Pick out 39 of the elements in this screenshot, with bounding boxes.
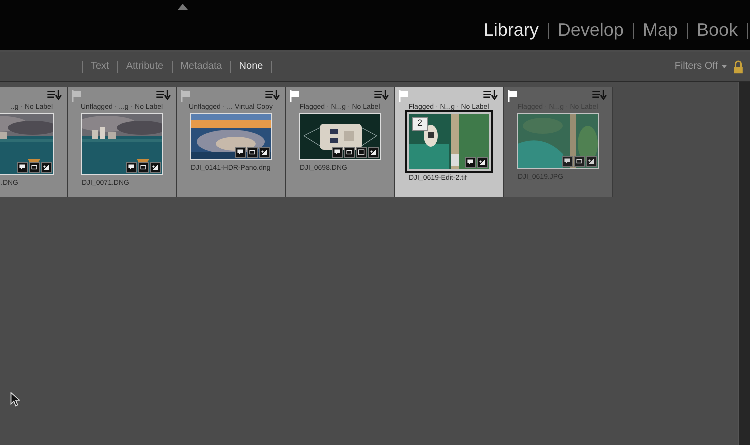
develop-icon (477, 157, 488, 168)
sort-menu-icon[interactable] (374, 90, 390, 101)
crop-icon (138, 162, 149, 173)
crop-icon (247, 147, 258, 158)
comment-icon (126, 162, 137, 173)
module-tab[interactable]: Book (688, 17, 747, 44)
comment-icon (465, 157, 476, 168)
module-tab[interactable]: Develop (548, 17, 633, 44)
module-tab[interactable]: Map (634, 17, 687, 44)
develop-icon (150, 162, 161, 173)
sort-menu-icon[interactable] (47, 90, 63, 101)
develop-icon (41, 162, 52, 173)
comment-icon (17, 162, 28, 173)
comment-icon (235, 147, 246, 158)
filter-tab[interactable]: None (231, 59, 272, 74)
cursor-icon (10, 392, 20, 407)
comment-icon (332, 147, 343, 158)
lock-icon[interactable] (733, 60, 744, 74)
module-tab[interactable]: Library (474, 17, 548, 44)
develop-icon (368, 147, 379, 158)
caret-icon (722, 64, 727, 68)
crop-icon (29, 162, 40, 173)
stack-count: 2 (412, 117, 428, 131)
flag-icon[interactable] (508, 90, 518, 102)
filter-tab[interactable]: Metadata (172, 59, 230, 74)
filters-dropdown[interactable]: Filters Off (674, 59, 727, 74)
filter-tab[interactable]: Attribute (118, 59, 172, 74)
filter-tab[interactable]: Text (83, 59, 118, 74)
sort-menu-icon[interactable] (265, 90, 281, 101)
crop-icon (574, 156, 585, 167)
flag-icon[interactable] (290, 90, 300, 102)
develop-icon (259, 147, 270, 158)
collapse-arrow-icon[interactable] (178, 4, 188, 10)
comment-icon (562, 156, 573, 167)
sort-menu-icon[interactable] (156, 90, 172, 101)
sort-menu-icon[interactable] (483, 90, 499, 101)
frame-icon (356, 147, 367, 158)
crop-icon (344, 147, 355, 158)
develop-icon (586, 156, 597, 167)
